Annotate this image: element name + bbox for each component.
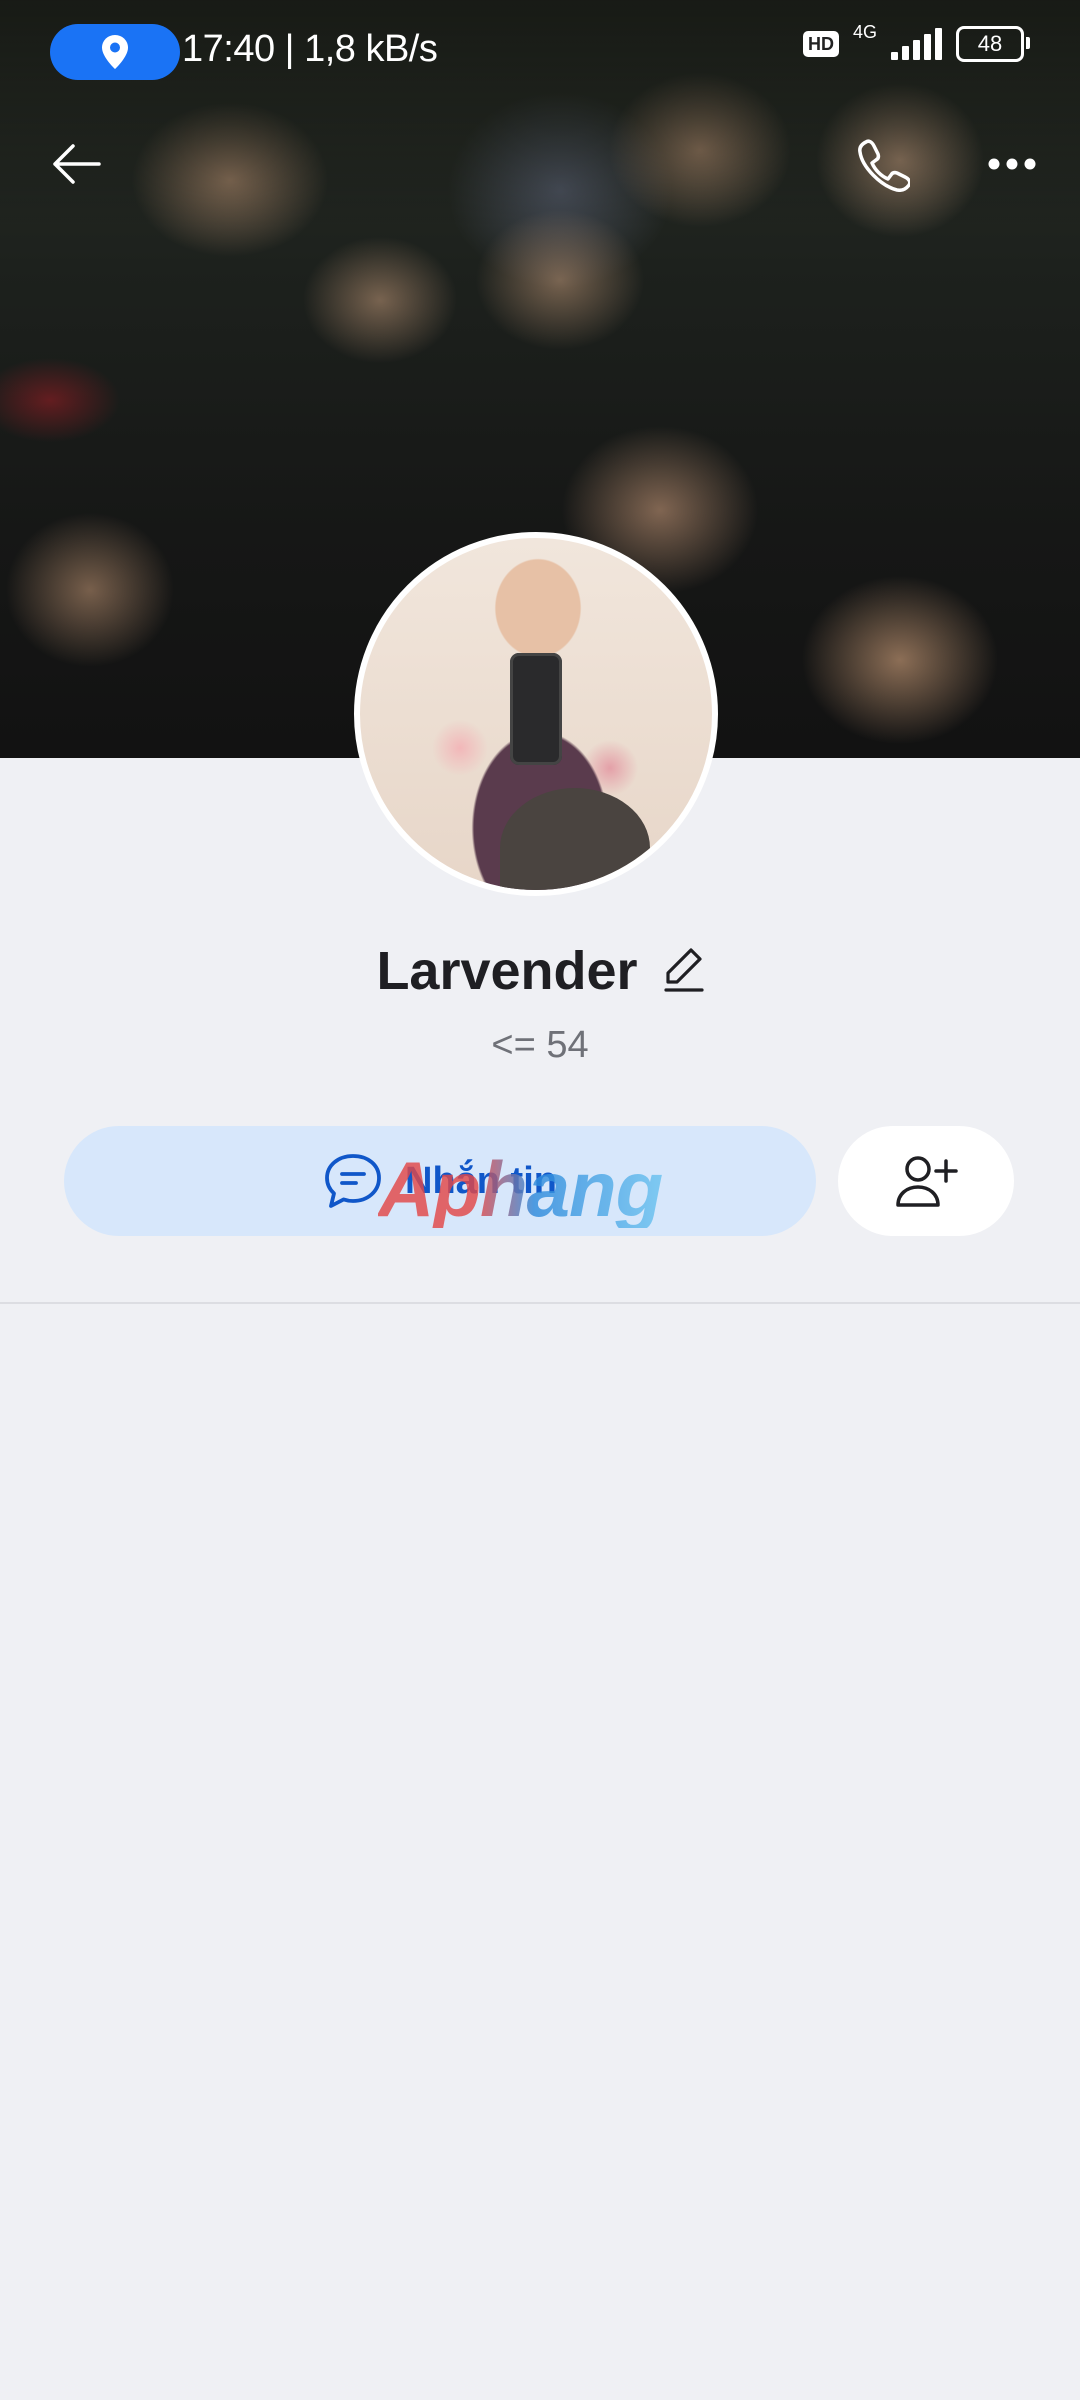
back-button[interactable] bbox=[44, 132, 108, 196]
battery-icon: 48 bbox=[956, 26, 1030, 62]
avatar-phone-detail bbox=[510, 653, 562, 765]
network-type: 4G bbox=[852, 21, 877, 42]
profile-avatar[interactable] bbox=[354, 532, 718, 896]
hd-badge: HD bbox=[802, 31, 839, 57]
status-time: 17:40 | 1,8 kB/s bbox=[182, 28, 438, 70]
name-row: Larvender bbox=[0, 940, 1080, 1002]
call-button[interactable] bbox=[850, 132, 914, 196]
battery-level: 48 bbox=[977, 31, 1003, 56]
add-friend-button[interactable] bbox=[838, 1126, 1014, 1236]
top-navigation bbox=[0, 120, 1080, 200]
message-button-label: Nhắn tin bbox=[405, 1159, 557, 1202]
pencil-icon bbox=[663, 947, 704, 992]
avatar-bag-detail bbox=[500, 788, 650, 890]
profile-name: Larvender bbox=[376, 941, 638, 1001]
status-bar: 17:40 | 1,8 kB/s HD 4G 48 bbox=[0, 0, 1080, 100]
chat-bubble-icon bbox=[325, 1154, 381, 1208]
more-dots-icon bbox=[988, 158, 1036, 170]
location-pin-icon bbox=[102, 35, 128, 69]
more-button[interactable] bbox=[980, 132, 1044, 196]
arrow-left-icon bbox=[53, 144, 101, 184]
phone-icon bbox=[858, 139, 910, 192]
message-button[interactable]: Nhắn tin bbox=[64, 1126, 816, 1236]
signal-icon bbox=[891, 28, 942, 60]
section-divider bbox=[0, 1302, 1080, 1304]
location-indicator bbox=[50, 24, 180, 80]
edit-name-button[interactable] bbox=[663, 946, 704, 997]
add-user-icon bbox=[896, 1156, 958, 1207]
profile-subtitle: <= 54 bbox=[491, 1024, 589, 1066]
